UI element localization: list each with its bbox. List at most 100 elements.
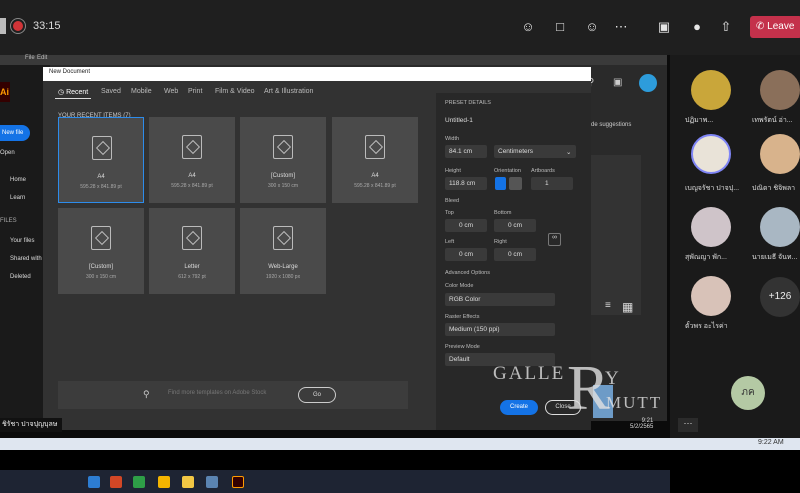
host-taskbar: 9:22 AM (0, 438, 800, 450)
tab-mobile[interactable]: Mobile (131, 88, 152, 95)
participant-avatar[interactable] (691, 207, 731, 247)
share-screen-icon[interactable]: ⇧ (717, 19, 735, 35)
illustrator-taskbar-icon[interactable] (232, 476, 244, 488)
tab-recent[interactable]: ◷ Recent (58, 88, 88, 96)
line-icon[interactable] (133, 476, 145, 488)
bleed-label: Bleed (445, 198, 460, 204)
participant-avatar-speaking[interactable] (691, 134, 731, 174)
landscape-icon[interactable] (509, 177, 522, 190)
edge-icon[interactable] (88, 476, 100, 488)
menu-file[interactable]: File (25, 55, 35, 61)
powerpoint-icon[interactable] (110, 476, 122, 488)
gallery-watermark: GALLE (493, 363, 566, 384)
tab-film-video[interactable]: Film & Video (215, 88, 255, 95)
web-document-icon (273, 226, 293, 250)
recent-item[interactable]: A4 595.28 x 841.89 pt (58, 117, 144, 203)
nav-shared[interactable]: Shared with (10, 256, 42, 262)
height-field[interactable]: 118.8 cm (445, 177, 487, 190)
go-button[interactable]: Go (298, 387, 336, 403)
nav-learn[interactable]: Learn (10, 195, 25, 201)
nav-your-files[interactable]: Your files (10, 238, 34, 244)
participant-avatar[interactable] (691, 70, 731, 110)
nav-home[interactable]: Home (10, 177, 26, 183)
bleed-top-field[interactable]: 0 cm (445, 219, 487, 232)
bleed-left-field[interactable]: 0 cm (445, 248, 487, 261)
bleed-left-value: 0 cm (459, 251, 474, 258)
tab-print[interactable]: Print (188, 88, 202, 95)
participant-name: เบญจรัชา ปาจปุ... (685, 185, 740, 192)
people-icon[interactable]: ☺ (519, 19, 537, 35)
camera-off-icon[interactable]: ▣ (655, 19, 673, 35)
nav-deleted[interactable]: Deleted (10, 274, 31, 280)
document-icon (182, 226, 202, 250)
participant-avatar[interactable] (760, 207, 800, 247)
right-label: Right (494, 239, 507, 245)
participant-name: เทพรัตน์ อ่า... (752, 117, 793, 124)
menu-edit[interactable]: Edit (37, 55, 47, 61)
panel-icon (0, 18, 6, 34)
link-icon[interactable]: ∞ (548, 233, 561, 246)
gift-icon[interactable]: ▣ (613, 77, 622, 88)
participant-avatar[interactable] (760, 134, 800, 174)
illustrator-logo: Ai (0, 82, 10, 102)
raster-effects-select[interactable]: Medium (150 ppi) (445, 323, 555, 336)
bleed-right-field[interactable]: 0 cm (494, 248, 536, 261)
preview-mode-label: Preview Mode (445, 344, 480, 350)
meeting-toolbar: 33:15 ☺ □ ☺ ⋯ ▣ ● ⇧ ✆ Leave (0, 0, 800, 55)
recent-item[interactable]: Web-Large 1920 x 1080 px (240, 208, 326, 294)
document-name[interactable]: Untitled-1 (445, 117, 473, 124)
dialog-title: New Document (49, 69, 91, 75)
profile-avatar[interactable] (639, 74, 657, 92)
width-field[interactable]: 84.1 cm (445, 145, 487, 158)
mic-off-icon[interactable]: ● (688, 19, 706, 35)
orientation-label: Orientation (494, 168, 521, 174)
suggestions-text: de suggestions (591, 122, 632, 128)
participant-avatar[interactable] (691, 276, 731, 316)
color-mode-select[interactable]: RGB Color (445, 293, 555, 306)
leave-button[interactable]: ✆ Leave (750, 16, 800, 38)
more-participants-button[interactable]: +126 (760, 277, 800, 317)
folder-icon[interactable] (182, 476, 194, 488)
item-name: A4 (188, 173, 196, 179)
list-icon[interactable]: ≡ (605, 300, 615, 314)
grid-icon[interactable]: ▦ (622, 300, 636, 314)
windows-taskbar (0, 470, 670, 493)
artboards-value: 1 (545, 180, 549, 187)
artboards-field[interactable]: 1 (531, 177, 573, 190)
tab-art-illustration[interactable]: Art & Illustration (264, 88, 313, 95)
item-name: Letter (184, 264, 200, 270)
bleed-bottom-value: 0 cm (508, 222, 523, 229)
preview-mode-value: Default (449, 356, 470, 363)
recent-item[interactable]: [Custom] 300 x 150 cm (58, 208, 144, 294)
participant-avatar[interactable] (760, 70, 800, 110)
chrome-icon[interactable] (158, 476, 170, 488)
new-file-button[interactable]: New file (0, 125, 30, 141)
tab-web[interactable]: Web (164, 88, 178, 95)
item-name: A4 (371, 173, 379, 179)
participant-name: สุพัณญา พัก... (685, 254, 727, 261)
recent-item[interactable]: Letter 612 x 792 pt (149, 208, 235, 294)
reactions-icon[interactable]: ☺ (583, 19, 601, 35)
open-button[interactable]: Open (0, 150, 15, 156)
bleed-bottom-field[interactable]: 0 cm (494, 219, 536, 232)
stock-search-input[interactable]: ⚲ Find more templates on Adobe Stock (58, 381, 408, 409)
app-icon[interactable] (206, 476, 218, 488)
more-actions-icon[interactable]: ⋯ (612, 19, 630, 35)
taskbar-date: 5/2/2565 (630, 424, 654, 430)
height-value: 118.8 cm (449, 180, 476, 187)
portrait-icon[interactable] (495, 177, 506, 190)
units-select[interactable]: Centimeters ⌄ (494, 145, 576, 158)
advanced-options[interactable]: Advanced Options (445, 270, 490, 276)
item-size: 300 x 150 cm (85, 274, 117, 280)
recent-item[interactable]: A4 595.28 x 841.89 pt (332, 117, 418, 203)
chat-icon[interactable]: □ (551, 19, 569, 35)
tab-saved[interactable]: Saved (101, 88, 121, 95)
recent-item[interactable]: A4 595.28 x 841.89 pt (149, 117, 235, 203)
dialog-title-bar: New Document (43, 67, 591, 81)
recent-item[interactable]: [Custom] 300 x 150 cm (240, 117, 326, 203)
create-button[interactable]: Create (500, 400, 538, 415)
more-options-icon[interactable]: ⋯ (678, 418, 698, 432)
self-avatar[interactable]: ภค (731, 376, 765, 410)
bleed-right-value: 0 cm (508, 251, 523, 258)
participant-name: ตั้วพร อะไรค่า (685, 323, 728, 330)
